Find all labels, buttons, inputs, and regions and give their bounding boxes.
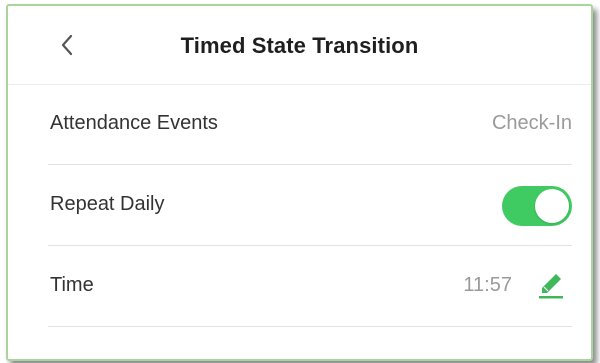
settings-panel: Timed State Transition Attendance Events… <box>6 4 593 361</box>
repeat-daily-row: Repeat Daily <box>48 165 572 246</box>
header-bar: Timed State Transition <box>8 6 591 85</box>
page-title: Timed State Transition <box>180 33 419 58</box>
toggle-knob <box>535 189 569 223</box>
attendance-events-value: Check-In <box>491 112 572 134</box>
time-label: Time <box>50 274 94 296</box>
attendance-events-label: Attendance Events <box>50 112 218 134</box>
attendance-events-row[interactable]: Attendance Events Check-In <box>48 84 572 165</box>
time-value: 11:57 <box>463 274 512 296</box>
repeat-daily-label: Repeat Daily <box>50 193 165 215</box>
pencil-icon <box>539 274 563 299</box>
time-row: Time 11:57 <box>48 246 572 327</box>
repeat-daily-toggle[interactable] <box>502 186 572 226</box>
edit-time-button[interactable] <box>536 270 566 302</box>
